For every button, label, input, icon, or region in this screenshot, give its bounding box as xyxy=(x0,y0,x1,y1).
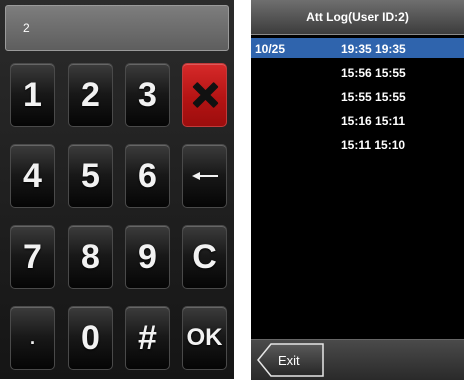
key-0[interactable]: 0 xyxy=(68,306,113,370)
key-4[interactable]: 4 xyxy=(10,144,55,208)
key-3[interactable]: 3 xyxy=(125,63,170,127)
delete-button[interactable] xyxy=(182,63,227,127)
log-times: 19:35 19:35 xyxy=(341,42,406,56)
log-row[interactable]: 15:56 15:55 xyxy=(251,62,464,82)
log-times: 15:16 15:11 xyxy=(341,114,406,128)
backspace-arrow-icon xyxy=(191,170,218,182)
key-7[interactable]: 7 xyxy=(10,225,55,289)
log-times: 15:55 15:55 xyxy=(341,90,406,104)
input-value: 2 xyxy=(23,21,30,35)
keypad-panel: 2 1 2 3 4 5 6 7 8 9 C . 0 # OK xyxy=(0,0,234,379)
log-row[interactable]: 10/25 19:35 19:35 xyxy=(251,38,464,58)
key-6[interactable]: 6 xyxy=(125,144,170,208)
key-dot[interactable]: . xyxy=(10,306,55,370)
user-id-input[interactable]: 2 xyxy=(5,5,229,51)
key-9[interactable]: 9 xyxy=(125,225,170,289)
log-row[interactable]: 15:11 15:10 xyxy=(251,134,464,154)
key-2[interactable]: 2 xyxy=(68,63,113,127)
exit-button[interactable]: Exit xyxy=(257,343,325,377)
ok-button[interactable]: OK xyxy=(182,306,227,370)
log-row[interactable]: 15:16 15:11 xyxy=(251,110,464,130)
key-8[interactable]: 8 xyxy=(68,225,113,289)
key-hash[interactable]: # xyxy=(125,306,170,370)
log-date: 10/25 xyxy=(255,42,286,56)
log-footer: Exit xyxy=(251,339,464,380)
att-log-title: Att Log(User ID:2) xyxy=(251,0,464,35)
att-log-panel: Att Log(User ID:2) 10/25 19:35 19:35 15:… xyxy=(251,0,464,380)
backspace-button[interactable] xyxy=(182,144,227,208)
key-1[interactable]: 1 xyxy=(10,63,55,127)
log-times: 15:56 15:55 xyxy=(341,66,406,80)
close-x-icon xyxy=(192,82,218,108)
exit-label: Exit xyxy=(278,353,300,368)
log-times: 15:11 15:10 xyxy=(341,138,406,152)
clear-button[interactable]: C xyxy=(182,225,227,289)
log-row[interactable]: 15:55 15:55 xyxy=(251,86,464,106)
key-5[interactable]: 5 xyxy=(68,144,113,208)
